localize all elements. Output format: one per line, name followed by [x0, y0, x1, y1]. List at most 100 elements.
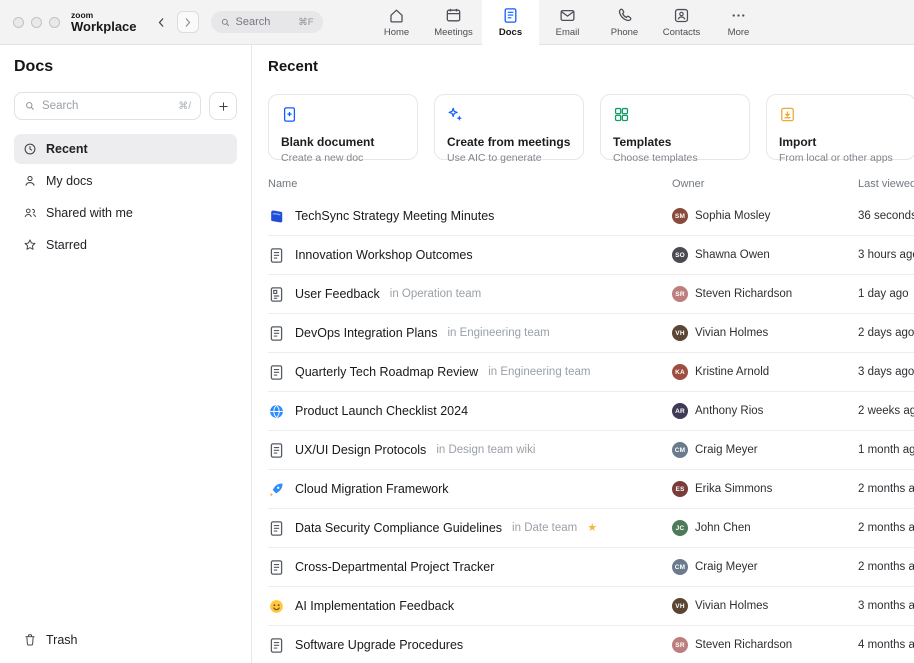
- table-row[interactable]: Cloud Migration Framework ES Erika Simmo…: [268, 470, 914, 509]
- card-create-from-meetings[interactable]: Create from meetings Use AIC to generate: [434, 94, 584, 160]
- sidebar-item-trash[interactable]: Trash: [14, 625, 237, 655]
- doc-location: in Engineering team: [488, 366, 590, 378]
- contacts-icon: [673, 7, 690, 24]
- tab-meetings[interactable]: Meetings: [425, 0, 482, 44]
- table-row[interactable]: Product Launch Checklist 2024 AR Anthony…: [268, 392, 914, 431]
- owner-name: Erika Simmons: [695, 483, 772, 495]
- table-row[interactable]: Cross-Departmental Project Tracker CM Cr…: [268, 548, 914, 587]
- tab-home[interactable]: Home: [368, 0, 425, 44]
- sparkle-icon: [447, 106, 464, 123]
- doc-icon: [268, 247, 285, 264]
- last-viewed: 2 days ago: [858, 327, 914, 339]
- sidebar-item-label: My docs: [46, 174, 93, 188]
- avatar: KA: [672, 364, 688, 380]
- brand-workplace: Workplace: [71, 20, 137, 34]
- doc-icon: [268, 325, 285, 342]
- owner-name: Craig Meyer: [695, 444, 758, 456]
- tab-email[interactable]: Email: [539, 0, 596, 44]
- new-doc-button[interactable]: [209, 92, 237, 120]
- zoom-workplace-logo: zoom Workplace: [71, 11, 137, 34]
- sidebar-item-label: Shared with me: [46, 206, 133, 220]
- close-window-button[interactable]: [13, 17, 24, 28]
- global-search-input[interactable]: Search ⌘F: [211, 11, 323, 33]
- avatar: AR: [672, 403, 688, 419]
- sidebar: Docs Search ⌘/ Recent My docs Shared wit…: [0, 44, 252, 663]
- doc-location: in Operation team: [390, 288, 481, 300]
- owner-name: Vivian Holmes: [695, 600, 768, 612]
- section-title: Recent: [268, 58, 914, 75]
- card-title: Templates: [613, 135, 737, 149]
- column-header-name: Name: [268, 178, 672, 190]
- doc-title: Data Security Compliance Guidelines: [295, 521, 502, 535]
- avatar: SM: [672, 208, 688, 224]
- maximize-window-button[interactable]: [49, 17, 60, 28]
- docs-search-placeholder: Search: [42, 100, 78, 112]
- last-viewed: 3 hours ago: [858, 249, 914, 261]
- docs-search-input[interactable]: Search ⌘/: [14, 92, 201, 120]
- table-row[interactable]: TechSync Strategy Meeting Minutes SM Sop…: [268, 197, 914, 236]
- doc-title: UX/UI Design Protocols: [295, 443, 426, 457]
- blank-doc-icon: [281, 106, 298, 123]
- doc-title: Cross-Departmental Project Tracker: [295, 560, 494, 574]
- star-icon: [587, 523, 597, 534]
- sidebar-item-shared-with-me[interactable]: Shared with me: [14, 198, 237, 228]
- global-search-shortcut: ⌘F: [298, 17, 313, 28]
- last-viewed: 36 seconds ago: [858, 210, 914, 222]
- owner-name: Kristine Arnold: [695, 366, 769, 378]
- tab-phone[interactable]: Phone: [596, 0, 653, 44]
- card-import[interactable]: Import From local or other apps: [766, 94, 914, 160]
- doc-icon: [268, 520, 285, 537]
- back-button[interactable]: [151, 11, 173, 33]
- column-header-last-viewed: Last viewed: [858, 178, 914, 190]
- owner-name: Vivian Holmes: [695, 327, 768, 339]
- quick-action-cards: Blank document Create a new doc Create f…: [268, 94, 914, 160]
- table-row[interactable]: User Feedback in Operation team SR Steve…: [268, 275, 914, 314]
- owner-name: Shawna Owen: [695, 249, 770, 261]
- more-icon: [730, 7, 747, 24]
- docs-list: TechSync Strategy Meeting Minutes SM Sop…: [268, 197, 914, 663]
- table-row[interactable]: Innovation Workshop Outcomes SO Shawna O…: [268, 236, 914, 275]
- last-viewed: 1 month ago: [858, 444, 914, 456]
- owner-name: Sophia Mosley: [695, 210, 770, 222]
- card-subtitle: From local or other apps: [779, 152, 903, 164]
- last-viewed: 2 months ago: [858, 522, 914, 534]
- last-viewed: 4 months ago: [858, 639, 914, 651]
- sidebar-item-my-docs[interactable]: My docs: [14, 166, 237, 196]
- card-title: Create from meetings: [447, 135, 571, 149]
- minimize-window-button[interactable]: [31, 17, 42, 28]
- card-subtitle: Create a new doc: [281, 152, 405, 164]
- last-viewed: 2 months ago: [858, 561, 914, 573]
- table-row[interactable]: UX/UI Design Protocols in Design team wi…: [268, 431, 914, 470]
- sidebar-item-starred[interactable]: Starred: [14, 230, 237, 260]
- last-viewed: 2 months ago: [858, 483, 914, 495]
- email-icon: [559, 7, 576, 24]
- sidebar-item-recent[interactable]: Recent: [14, 134, 237, 164]
- tab-label: Home: [384, 27, 409, 38]
- docs-icon: [502, 7, 519, 24]
- table-row[interactable]: Quarterly Tech Roadmap Review in Enginee…: [268, 353, 914, 392]
- star-icon: [23, 238, 37, 252]
- phone-icon: [616, 7, 633, 24]
- doc-title: Cloud Migration Framework: [295, 482, 449, 496]
- doc-title: Quarterly Tech Roadmap Review: [295, 365, 478, 379]
- tab-contacts[interactable]: Contacts: [653, 0, 710, 44]
- window-controls: [13, 17, 60, 28]
- card-subtitle: Choose templates: [613, 152, 737, 164]
- forward-button[interactable]: [177, 11, 199, 33]
- card-blank-document[interactable]: Blank document Create a new doc: [268, 94, 418, 160]
- table-row[interactable]: DevOps Integration Plans in Engineering …: [268, 314, 914, 353]
- tab-label: Docs: [499, 27, 522, 38]
- doc-title: TechSync Strategy Meeting Minutes: [295, 209, 494, 223]
- card-subtitle: Use AIC to generate: [447, 152, 571, 164]
- card-title: Blank document: [281, 135, 405, 149]
- card-templates[interactable]: Templates Choose templates: [600, 94, 750, 160]
- person-icon: [23, 174, 37, 188]
- table-row[interactable]: Software Upgrade Procedures SR Steven Ri…: [268, 626, 914, 663]
- main-nav-tabs: Home Meetings Docs Email Phone Contacts …: [368, 0, 767, 44]
- tab-docs[interactable]: Docs: [482, 0, 539, 44]
- tab-more[interactable]: More: [710, 0, 767, 44]
- table-row[interactable]: AI Implementation Feedback VH Vivian Hol…: [268, 587, 914, 626]
- table-row[interactable]: Data Security Compliance Guidelines in D…: [268, 509, 914, 548]
- card-title: Import: [779, 135, 903, 149]
- avatar: CM: [672, 442, 688, 458]
